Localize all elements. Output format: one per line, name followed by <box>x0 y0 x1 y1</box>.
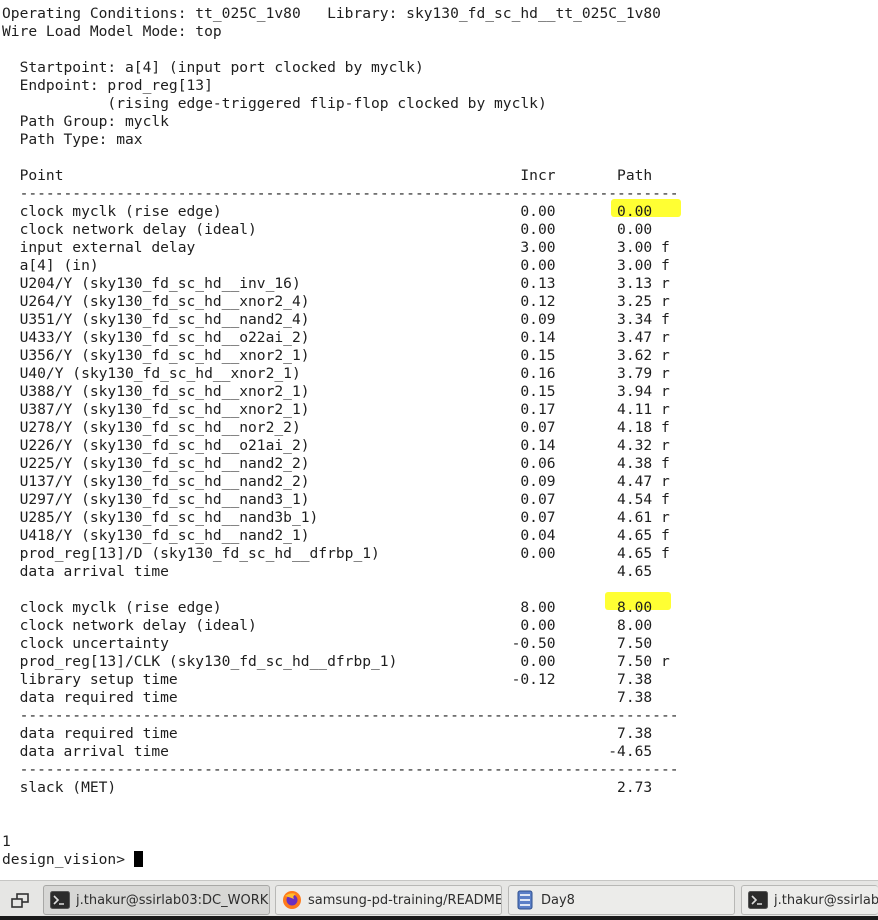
terminal-line: library setup time -0.12 7.38 <box>2 671 653 688</box>
terminal-line: data arrival time 4.65 <box>2 563 653 580</box>
terminal-line: U388/Y (sky130_fd_sc_hd__xnor2_1) 0.15 3… <box>2 383 670 400</box>
terminal-line: U225/Y (sky130_fd_sc_hd__nand2_2) 0.06 4… <box>2 455 670 472</box>
terminal-line: U40/Y (sky130_fd_sc_hd__xnor2_1) 0.16 3.… <box>2 365 670 382</box>
terminal-line: U351/Y (sky130_fd_sc_hd__nand2_4) 0.09 3… <box>2 311 670 328</box>
taskbar-item-label: j.thakur@ssirlab03 <box>774 892 878 908</box>
terminal-line: data required time 7.38 <box>2 725 653 742</box>
terminal-line: clock myclk (rise edge) 8.00 8.00 <box>2 599 653 616</box>
terminal-line: ----------------------------------------… <box>2 707 679 724</box>
terminal-line: clock myclk (rise edge) 0.00 0.00 <box>2 203 653 220</box>
show-desktop-icon <box>11 892 29 908</box>
terminal-icon <box>50 890 70 910</box>
terminal-line: prod_reg[13]/CLK (sky130_fd_sc_hd__dfrbp… <box>2 653 670 670</box>
terminal-line: Path Group: myclk <box>2 113 169 130</box>
show-desktop-button[interactable] <box>4 887 36 914</box>
terminal-line: U418/Y (sky130_fd_sc_hd__nand2_1) 0.04 4… <box>2 527 670 544</box>
terminal-line: U433/Y (sky130_fd_sc_hd__o22ai_2) 0.14 3… <box>2 329 670 346</box>
terminal-line: Operating Conditions: tt_025C_1v80 Libra… <box>2 5 661 22</box>
terminal-line: U226/Y (sky130_fd_sc_hd__o21ai_2) 0.14 4… <box>2 437 670 454</box>
taskbar: j.thakur@ssirlab03:DC_WORK... samsung-pd… <box>0 880 878 920</box>
terminal-prompt: design_vision> <box>2 851 134 868</box>
firefox-icon <box>282 890 302 910</box>
terminal-line: U278/Y (sky130_fd_sc_hd__nor2_2) 0.07 4.… <box>2 419 670 436</box>
terminal-line: prod_reg[13]/D (sky130_fd_sc_hd__dfrbp_1… <box>2 545 670 562</box>
taskbar-item-terminal-2[interactable]: j.thakur@ssirlab03 <box>741 885 878 915</box>
text-cursor <box>133 851 143 867</box>
terminal-line: a[4] (in) 0.00 3.00 f <box>2 257 670 274</box>
terminal-window[interactable]: Operating Conditions: tt_025C_1v80 Libra… <box>0 0 878 880</box>
terminal-line: clock network delay (ideal) 0.00 8.00 <box>2 617 653 634</box>
terminal-icon <box>748 890 768 910</box>
terminal-line: clock uncertainty -0.50 7.50 <box>2 635 653 652</box>
terminal-line: data arrival time -4.65 <box>2 743 653 760</box>
taskbar-item-label: j.thakur@ssirlab03:DC_WORK... <box>76 892 269 908</box>
terminal-line: (rising edge-triggered flip-flop clocked… <box>2 95 547 112</box>
terminal-line: input external delay 3.00 3.00 f <box>2 239 670 256</box>
terminal-line: 1 <box>2 833 11 850</box>
terminal-line: clock network delay (ideal) 0.00 0.00 <box>2 221 653 238</box>
terminal-line: ----------------------------------------… <box>2 761 679 778</box>
terminal-line: U387/Y (sky130_fd_sc_hd__xnor2_1) 0.17 4… <box>2 401 670 418</box>
terminal-line: U204/Y (sky130_fd_sc_hd__inv_16) 0.13 3.… <box>2 275 670 292</box>
terminal-line: ----------------------------------------… <box>2 185 679 202</box>
terminal-line: U264/Y (sky130_fd_sc_hd__xnor2_4) 0.12 3… <box>2 293 670 310</box>
terminal-line: U297/Y (sky130_fd_sc_hd__nand3_1) 0.07 4… <box>2 491 670 508</box>
taskbar-edge <box>0 916 878 920</box>
taskbar-item-label: samsung-pd-training/README.... <box>308 892 501 908</box>
taskbar-item-file-manager[interactable]: Day8 <box>508 885 735 915</box>
terminal-line: Endpoint: prod_reg[13] <box>2 77 213 94</box>
terminal-prompt-line[interactable]: design_vision> <box>2 851 143 869</box>
terminal-line: Startpoint: a[4] (input port clocked by … <box>2 59 424 76</box>
terminal-line: U137/Y (sky130_fd_sc_hd__nand2_2) 0.09 4… <box>2 473 670 490</box>
terminal-line: U356/Y (sky130_fd_sc_hd__xnor2_1) 0.15 3… <box>2 347 670 364</box>
taskbar-item-terminal[interactable]: j.thakur@ssirlab03:DC_WORK... <box>43 885 270 915</box>
file-manager-icon <box>515 890 535 910</box>
terminal-line: slack (MET) 2.73 <box>2 779 653 796</box>
taskbar-item-firefox[interactable]: samsung-pd-training/README.... <box>275 885 502 915</box>
taskbar-item-label: Day8 <box>541 892 575 908</box>
terminal-line: data required time 7.38 <box>2 689 653 706</box>
terminal-line: Path Type: max <box>2 131 143 148</box>
terminal-line: Wire Load Model Mode: top <box>2 23 222 40</box>
terminal-line: Point Incr Path <box>2 167 653 184</box>
terminal-line: U285/Y (sky130_fd_sc_hd__nand3b_1) 0.07 … <box>2 509 670 526</box>
